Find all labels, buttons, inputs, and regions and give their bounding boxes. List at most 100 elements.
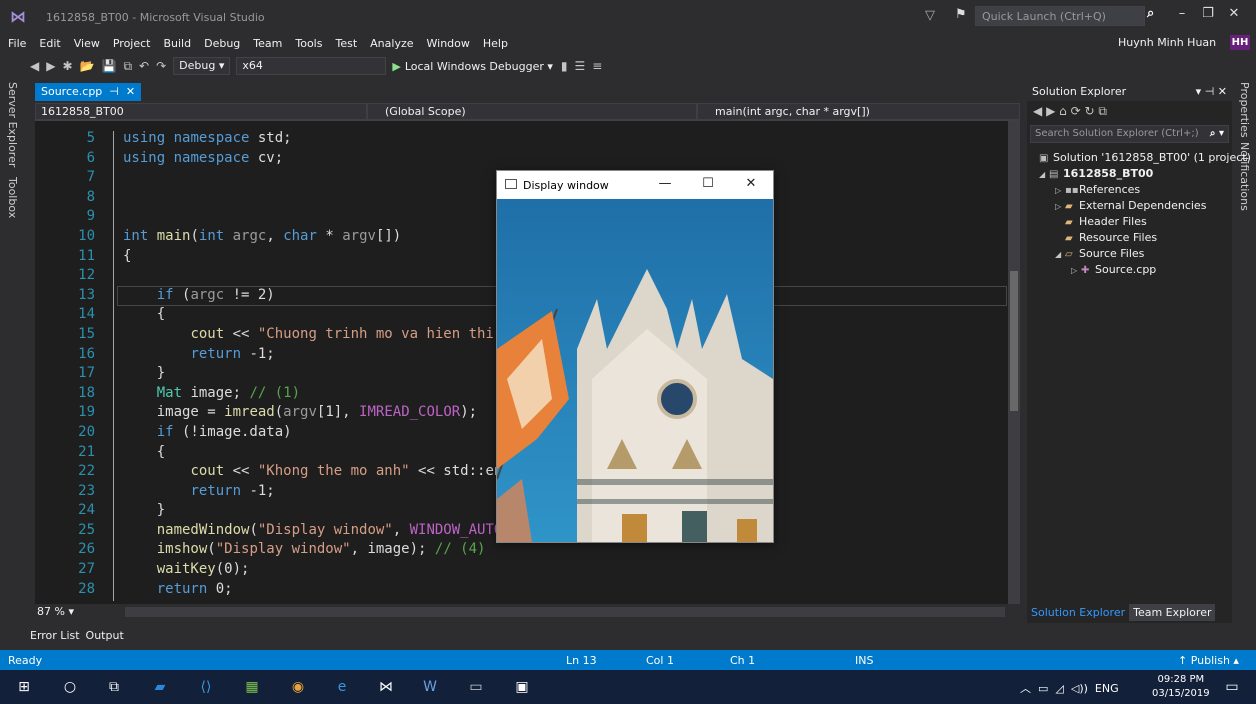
tree-item-solution[interactable]: ▣ Solution '1612858_BT00' (1 project): [1039, 151, 1251, 167]
menu-file[interactable]: File: [8, 37, 26, 50]
maximize-button[interactable]: ☐: [700, 176, 716, 191]
tab-output[interactable]: Output: [86, 629, 124, 642]
vscode-icon[interactable]: ⟨⟩: [196, 678, 216, 696]
tree-item-references[interactable]: ▷ ▪▪References: [1039, 183, 1232, 199]
search-icon[interactable]: ⌕ ▾: [1210, 128, 1224, 139]
tab-solution-explorer[interactable]: Solution Explorer: [1027, 604, 1129, 621]
back-icon[interactable]: ◀: [30, 59, 39, 73]
search-icon[interactable]: ○: [60, 678, 80, 696]
bookmark-icon[interactable]: ▮: [561, 59, 568, 73]
clock[interactable]: 09:28 PM 03/15/2019: [1152, 673, 1210, 701]
minimize-button[interactable]: —: [657, 176, 673, 191]
project-dropdown[interactable]: 1612858_BT00: [35, 103, 367, 120]
redo-icon[interactable]: ↷: [156, 59, 166, 73]
collapsed-icon[interactable]: ▷: [1055, 186, 1065, 195]
tree-item-source-cpp[interactable]: ▷ ✚ Source.cpp: [1039, 263, 1232, 279]
windows-start-icon[interactable]: ⊞: [14, 678, 34, 696]
tab-team-explorer[interactable]: Team Explorer: [1129, 603, 1216, 621]
file-explorer-icon[interactable]: ▰: [150, 678, 170, 696]
collapsed-icon[interactable]: ▷: [1055, 202, 1065, 211]
feedback-icon[interactable]: ⚑: [955, 7, 967, 22]
tree-item-project[interactable]: ◢ ▤ 1612858_BT00: [1039, 167, 1232, 183]
quick-launch-input[interactable]: Quick Launch (Ctrl+Q): [975, 6, 1145, 26]
user-name[interactable]: Huynh Minh Huan: [1118, 36, 1216, 49]
tree-item-source-files[interactable]: ◢ ▱ Source Files: [1039, 247, 1232, 263]
visual-studio-icon[interactable]: ⋈: [376, 678, 396, 696]
forward-icon[interactable]: ▶: [1046, 104, 1055, 118]
volume-icon[interactable]: ◁)): [1071, 682, 1088, 695]
menu-team[interactable]: Team: [253, 37, 282, 50]
tree-item-external-deps[interactable]: ▷ ▰ External Dependencies: [1039, 199, 1232, 215]
display-window-titlebar[interactable]: Display window — ☐ ✕: [497, 171, 773, 199]
menu-project[interactable]: Project: [113, 37, 151, 50]
back-icon[interactable]: ◀: [1033, 104, 1042, 118]
search-icon[interactable]: ⌕: [1147, 6, 1154, 21]
refresh-icon[interactable]: ↻: [1084, 104, 1094, 118]
show-all-files-icon[interactable]: ⧉: [1098, 104, 1107, 118]
scrollbar-thumb[interactable]: [1010, 271, 1018, 411]
edge-icon[interactable]: e: [332, 678, 352, 696]
network-icon[interactable]: ◿: [1055, 682, 1063, 695]
scope-dropdown[interactable]: (Global Scope): [367, 103, 697, 120]
new-project-icon[interactable]: ✱: [62, 59, 72, 73]
display-window[interactable]: Display window — ☐ ✕: [496, 170, 774, 543]
pin-icon[interactable]: ⊣: [106, 85, 119, 98]
code-text[interactable]: using namespace std; using namespace cv;…: [123, 129, 553, 599]
tab-source-cpp[interactable]: Source.cpp ⊣ ✕: [35, 83, 142, 101]
configuration-dropdown[interactable]: Debug ▾: [173, 57, 231, 75]
open-icon[interactable]: 📂: [80, 59, 95, 73]
properties-tab[interactable]: Properties: [1238, 82, 1251, 138]
start-debugger-button[interactable]: ▶ Local Windows Debugger ▾: [392, 60, 553, 73]
menu-edit[interactable]: Edit: [39, 37, 60, 50]
menu-analyze[interactable]: Analyze: [370, 37, 413, 50]
expanded-icon[interactable]: ◢: [1039, 170, 1049, 179]
battery-icon[interactable]: ▭: [1038, 682, 1048, 695]
tree-item-resource-files[interactable]: ▰ Resource Files: [1039, 231, 1232, 247]
close-button[interactable]: ✕: [1222, 6, 1246, 21]
forward-icon[interactable]: ▶: [46, 59, 55, 73]
tree-item-header-files[interactable]: ▰ Header Files: [1039, 215, 1232, 231]
chrome-icon[interactable]: ◉: [288, 678, 308, 696]
platform-dropdown[interactable]: x64: [236, 57, 387, 75]
menu-tools[interactable]: Tools: [295, 37, 322, 50]
save-all-icon[interactable]: ⧉: [123, 59, 132, 74]
server-explorer-tab[interactable]: Server Explorer: [6, 82, 19, 167]
window-app-icon[interactable]: ▣: [512, 678, 532, 696]
terminal-icon[interactable]: ▭: [466, 678, 486, 696]
toolbox-tab[interactable]: Toolbox: [6, 177, 19, 218]
user-avatar[interactable]: HH: [1230, 35, 1250, 50]
expanded-icon[interactable]: ◢: [1055, 250, 1065, 259]
save-icon[interactable]: 💾: [101, 59, 116, 73]
solution-search-input[interactable]: Search Solution Explorer (Ctrl+;) ⌕ ▾: [1030, 125, 1229, 143]
paint-icon[interactable]: ▦: [242, 678, 262, 696]
comment-icon[interactable]: ☰: [575, 59, 586, 73]
publish-button[interactable]: ↑ Publish ▴: [1178, 654, 1239, 667]
menu-test[interactable]: Test: [335, 37, 357, 50]
menu-debug[interactable]: Debug: [204, 37, 240, 50]
home-icon[interactable]: ⌂: [1059, 104, 1067, 118]
pane-controls-icon[interactable]: ▾ ⊣ ✕: [1196, 85, 1227, 98]
menu-view[interactable]: View: [74, 37, 100, 50]
notification-center-icon[interactable]: ▭: [1222, 678, 1242, 696]
uncomment-icon[interactable]: ≡: [592, 59, 602, 73]
word-icon[interactable]: W: [420, 678, 440, 696]
zoom-level[interactable]: 87 %: [37, 605, 65, 618]
menu-window[interactable]: Window: [427, 37, 470, 50]
tab-error-list[interactable]: Error List: [30, 629, 80, 642]
sync-icon[interactable]: ⟳: [1071, 104, 1081, 118]
tray-chevron-icon[interactable]: ︿: [1020, 682, 1031, 695]
editor-horizontal-scrollbar[interactable]: [125, 607, 1005, 617]
collapsed-icon[interactable]: ▷: [1071, 266, 1081, 275]
member-dropdown[interactable]: main(int argc, char * argv[]): [697, 103, 1020, 120]
minimize-button[interactable]: –: [1170, 6, 1194, 21]
undo-icon[interactable]: ↶: [139, 59, 149, 73]
language-indicator[interactable]: ENG: [1095, 682, 1119, 695]
menu-build[interactable]: Build: [163, 37, 191, 50]
maximize-button[interactable]: ❐: [1196, 6, 1220, 21]
menu-help[interactable]: Help: [483, 37, 508, 50]
close-button[interactable]: ✕: [743, 176, 759, 191]
close-tab-icon[interactable]: ✕: [122, 85, 135, 98]
feedback-filter-icon[interactable]: ▽: [925, 8, 935, 23]
task-view-icon[interactable]: ⧉: [104, 678, 124, 696]
editor-vertical-scrollbar[interactable]: [1008, 121, 1020, 604]
